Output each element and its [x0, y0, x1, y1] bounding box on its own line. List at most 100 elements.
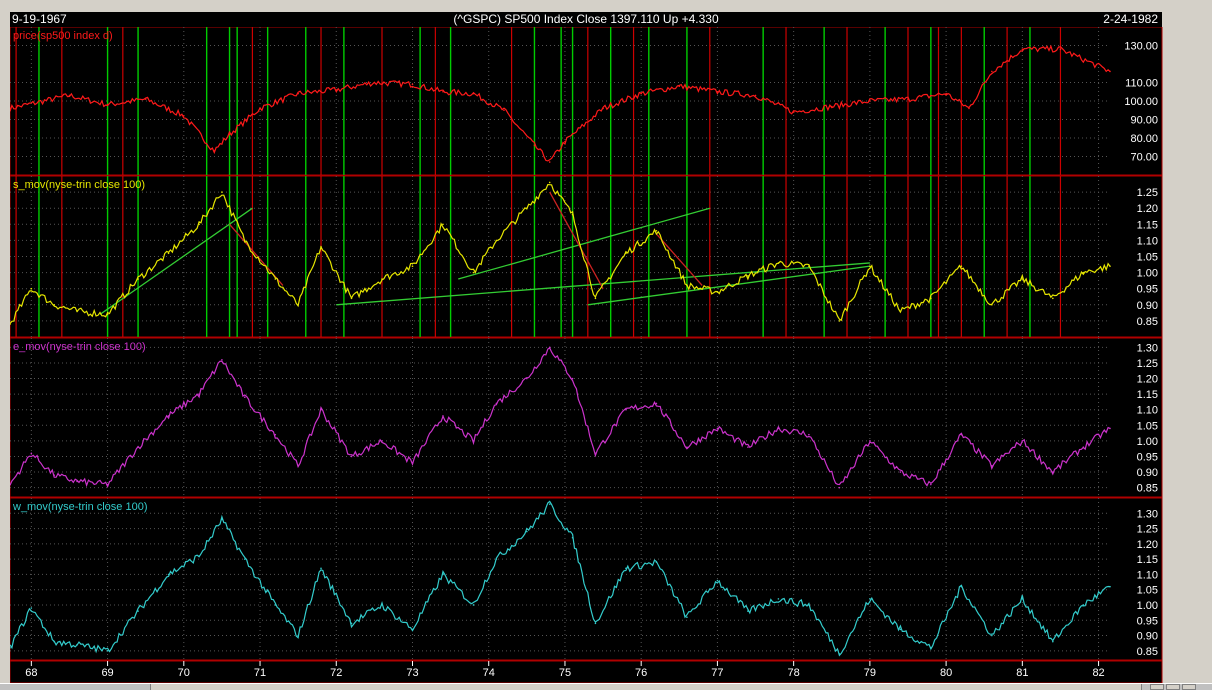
data-point [198, 223, 200, 226]
chart-panel: 0.85 0.90 0.95 1.00 1.05 1.10 1.15 1.20 1.25 s_mo… [10, 175, 1163, 338]
data-point [137, 610, 139, 612]
data-point [625, 567, 627, 570]
scroll-right-button[interactable] [1166, 684, 1180, 690]
data-point [594, 452, 597, 455]
data-point [808, 433, 810, 436]
y-tick-label: 1.00 [1137, 268, 1158, 280]
data-point [320, 567, 322, 570]
y-tick-label: 0.95 [1137, 451, 1158, 463]
data-point [198, 393, 200, 395]
y-tick-label: 1.05 [1137, 252, 1158, 264]
data-point [1082, 604, 1085, 606]
data-point [869, 265, 871, 267]
data-point [297, 634, 299, 637]
y-tick-label: 110.00 [1125, 78, 1158, 90]
data-point [144, 98, 147, 100]
y-tick-label: 1.20 [1137, 539, 1158, 551]
chart-area[interactable]: 70.00 80.00 90.00 100.00 110.00 130.00 price(s… [10, 27, 1170, 683]
data-point [747, 610, 749, 612]
data-point [960, 265, 963, 267]
data-point [472, 440, 475, 442]
data-point [221, 359, 223, 361]
data-point [899, 471, 902, 473]
data-point [930, 646, 932, 649]
data-point [53, 640, 56, 643]
data-point [274, 604, 277, 606]
x-tick-label: 71 [254, 667, 266, 679]
chart-panel: 70.00 80.00 90.00 100.00 110.00 130.00 price(s… [10, 27, 1163, 176]
panel-title: price(sp500 index d) [13, 30, 113, 42]
y-tick-label: 70.00 [1130, 152, 1158, 164]
x-tick-label: 78 [788, 667, 800, 679]
data-point [1021, 48, 1024, 50]
data-point [869, 440, 871, 442]
scroll-left-button[interactable] [1150, 684, 1164, 690]
data-point [228, 133, 231, 136]
x-tick-label: 81 [1016, 667, 1028, 679]
x-tick-label: 82 [1092, 667, 1104, 679]
data-point [869, 100, 871, 102]
x-tick-label: 76 [635, 667, 647, 679]
data-point [930, 483, 932, 486]
chart-panel: 0.85 0.90 0.95 1.00 1.05 1.10 1.15 1.20 1.25 1.30… [10, 497, 1163, 661]
y-tick-label: 0.85 [1137, 483, 1158, 495]
data-point [640, 92, 642, 95]
data-point [106, 483, 109, 486]
data-point [137, 446, 139, 448]
data-point [686, 284, 688, 287]
y-tick-label: 80.00 [1130, 133, 1158, 145]
data-point [320, 408, 322, 411]
y-tick-label: 1.15 [1137, 389, 1158, 401]
chart-header: 9-19-1967 (^GSPC) SP500 Index Close 1397… [10, 12, 1162, 27]
data-point [1021, 440, 1024, 442]
data-point [472, 271, 475, 274]
data-point [30, 452, 33, 455]
y-tick-label: 1.15 [1137, 554, 1158, 566]
data-point [243, 396, 246, 399]
data-point [686, 446, 688, 448]
data-point [1052, 471, 1054, 473]
y-tick-label: 130.00 [1124, 41, 1158, 53]
x-tick-label: 80 [940, 667, 952, 679]
y-tick-label: 1.20 [1137, 203, 1158, 215]
data-point [30, 287, 33, 290]
data-point [747, 446, 749, 448]
data-point [754, 94, 757, 97]
data-point [442, 573, 444, 576]
data-point [243, 558, 246, 560]
data-point [1109, 70, 1111, 73]
y-tick-label: 1.10 [1137, 405, 1158, 417]
data-point [991, 634, 993, 637]
data-point [137, 278, 139, 280]
data-point [808, 265, 810, 267]
data-point [495, 558, 498, 560]
data-point [960, 433, 963, 436]
y-tick-label: 0.90 [1137, 631, 1158, 643]
scrollbar-thumb[interactable] [150, 684, 1142, 690]
scroll-end-button[interactable] [1182, 684, 1196, 690]
data-point [53, 304, 56, 306]
data-point [274, 278, 277, 280]
data-point [571, 536, 574, 539]
y-tick-label: 1.10 [1137, 569, 1158, 581]
y-tick-label: 0.95 [1137, 284, 1158, 296]
data-point [991, 70, 993, 73]
data-point [442, 223, 444, 226]
data-point [792, 111, 795, 113]
data-point [968, 107, 970, 110]
data-point [716, 90, 719, 93]
data-point [1109, 265, 1111, 267]
y-tick-label: 0.85 [1137, 316, 1158, 328]
y-tick-label: 0.85 [1137, 646, 1158, 658]
data-point [350, 455, 353, 458]
data-point [907, 98, 909, 100]
data-point [297, 465, 299, 467]
y-tick-label: 1.30 [1137, 508, 1158, 520]
data-point [945, 92, 947, 95]
data-point [548, 503, 551, 505]
data-point [381, 440, 383, 442]
x-tick-label: 79 [864, 667, 876, 679]
y-tick-label: 1.05 [1137, 420, 1158, 432]
data-point [495, 402, 498, 405]
data-point [495, 239, 498, 242]
